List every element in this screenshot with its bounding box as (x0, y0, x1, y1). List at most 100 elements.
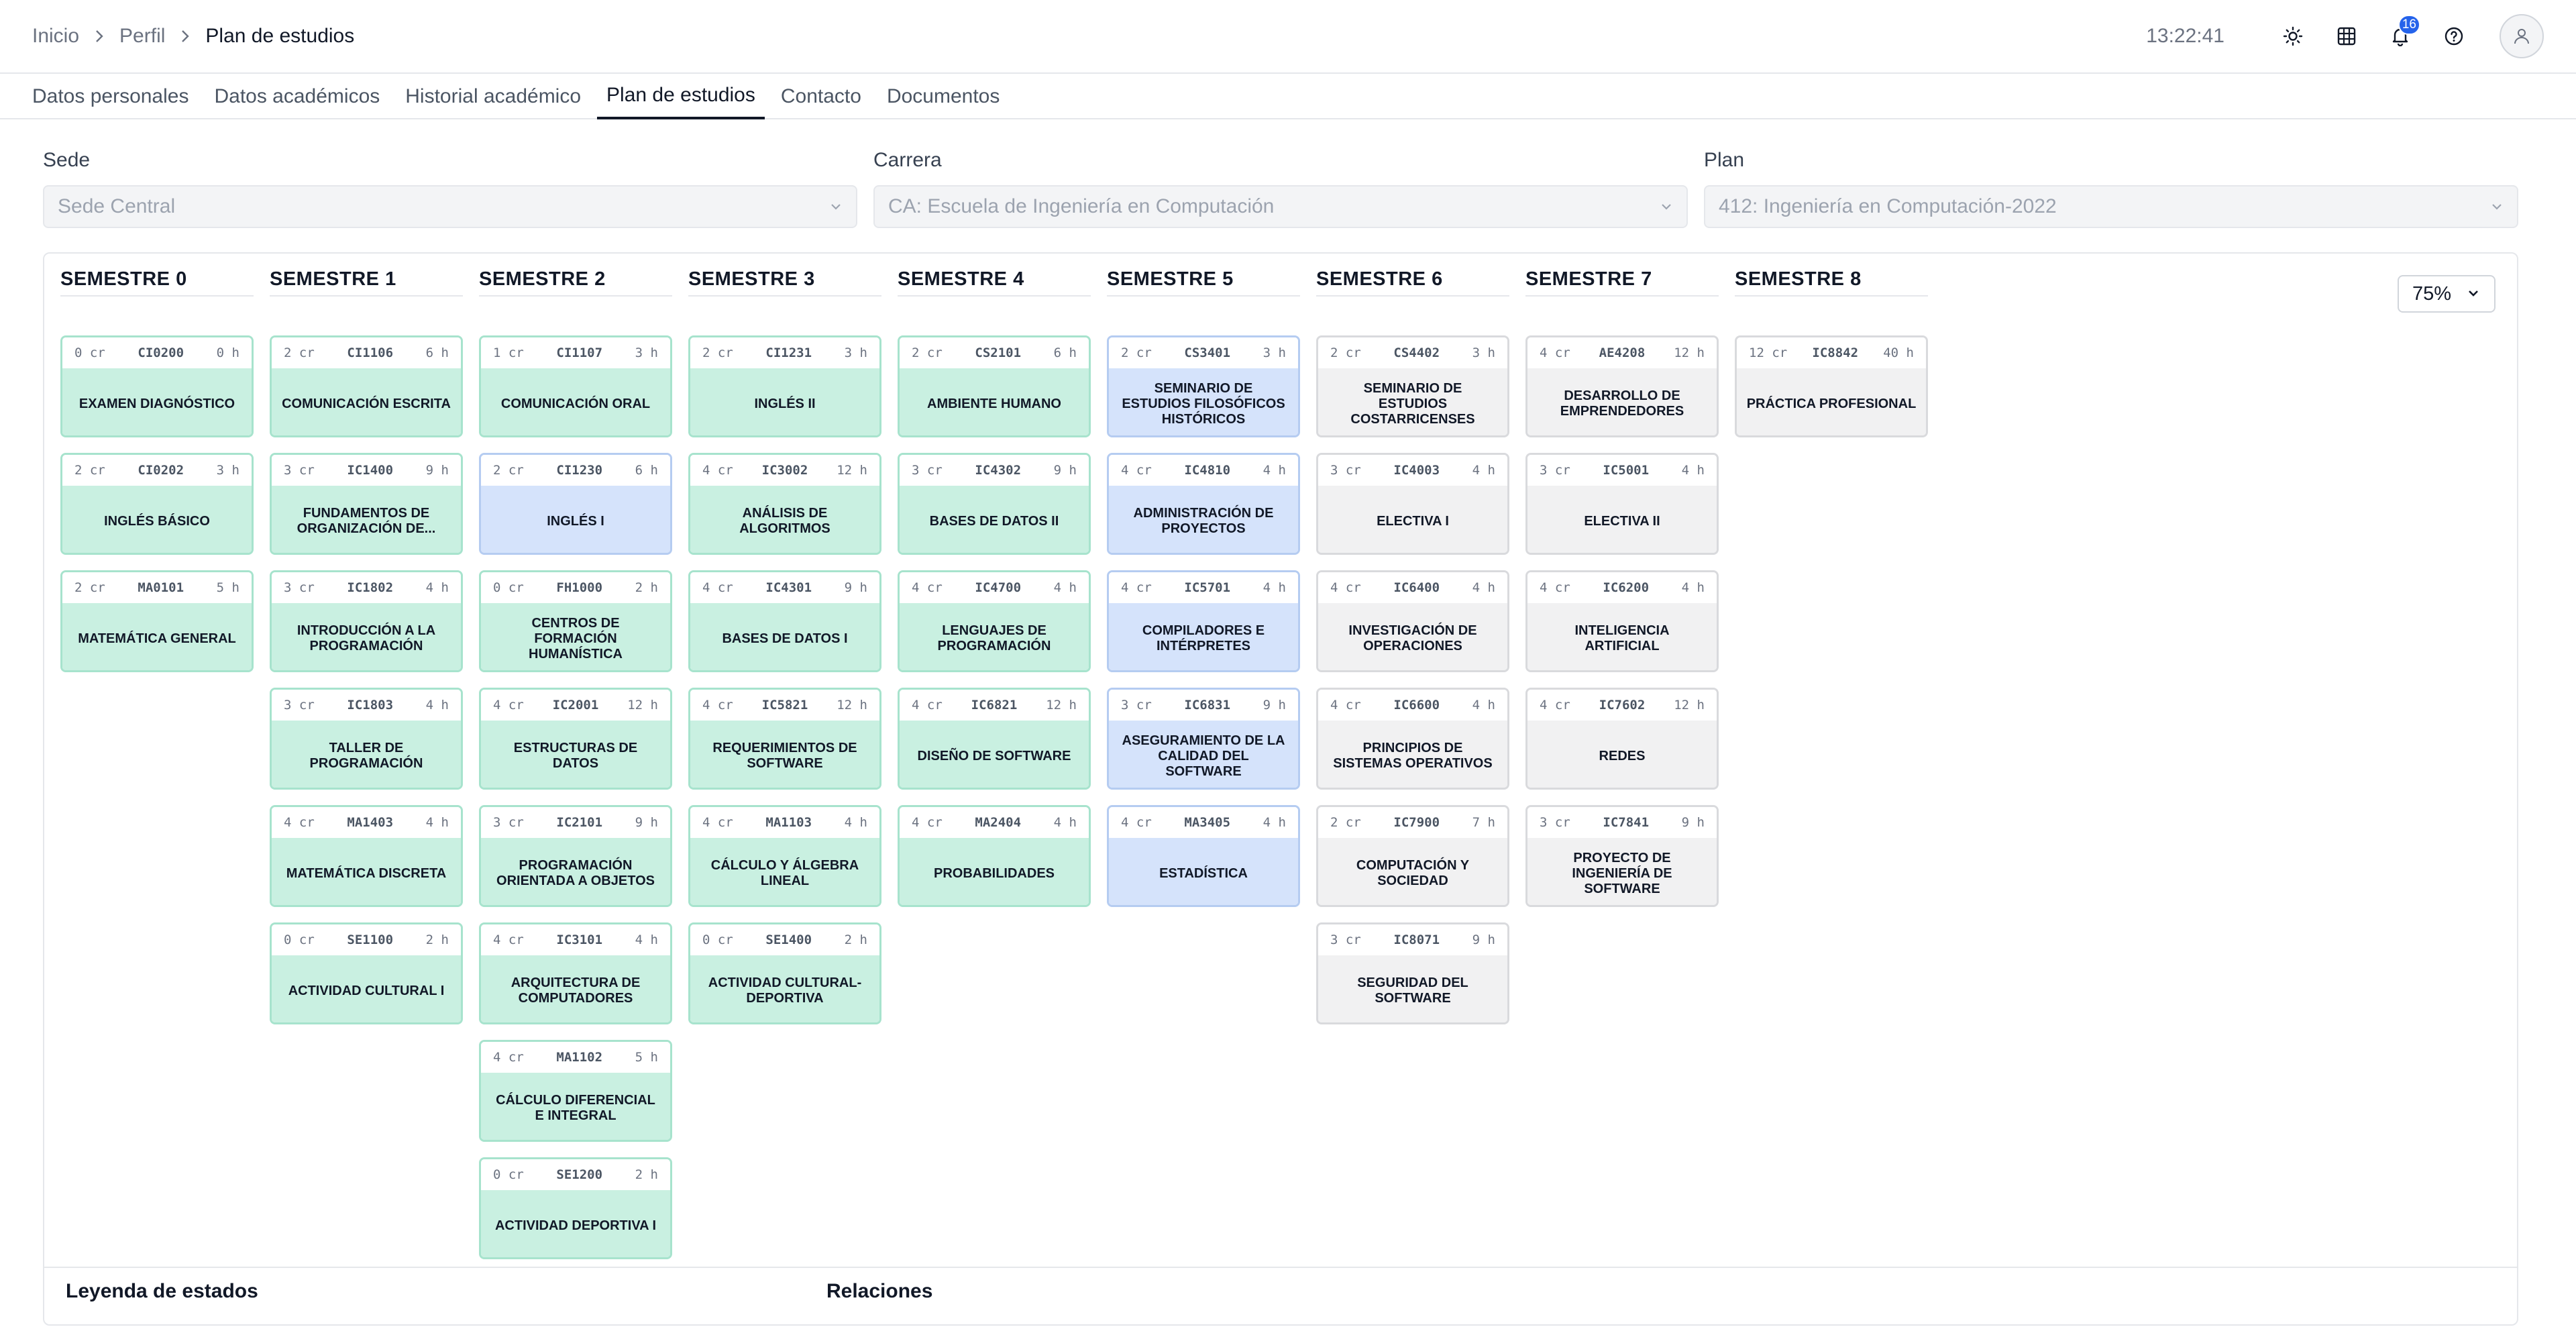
tab-documentos[interactable]: Documentos (877, 74, 1009, 119)
help-button[interactable] (2435, 17, 2473, 55)
tab-historial-academico[interactable]: Historial académico (396, 74, 590, 119)
course-card[interactable]: 3 cr IC4302 9 h Bases de datos II (898, 453, 1091, 555)
course-hours: 2 h (425, 933, 449, 947)
theme-toggle-button[interactable] (2274, 17, 2312, 55)
course-card[interactable]: 2 cr CS3401 3 h Seminario de estudios filos… (1107, 335, 1300, 437)
course-card[interactable]: 2 cr CS4402 3 h Seminario de estudios costa… (1316, 335, 1509, 437)
course-card[interactable]: 4 cr IC4301 9 h Bases de datos I (688, 570, 881, 672)
course-name: Requerimientos de software (690, 721, 879, 788)
course-card[interactable]: 4 cr IC3101 4 h Arquitectura de computadore… (479, 922, 672, 1024)
course-hours: 3 h (216, 463, 239, 478)
course-card[interactable]: 3 cr IC7841 9 h Proyecto de ingeniería de s… (1525, 805, 1719, 907)
course-card[interactable]: 4 cr IC6600 4 h Principios de sistemas oper… (1316, 688, 1509, 790)
course-card[interactable]: 3 cr IC1400 9 h Fundamentos de organización… (270, 453, 463, 555)
course-card[interactable]: 4 cr IC5701 4 h Compiladores e intérpretes (1107, 570, 1300, 672)
course-code: IC7602 (1599, 698, 1646, 712)
course-card[interactable]: 4 cr MA1103 4 h Cálculo y álgebra lineal (688, 805, 881, 907)
course-name: Actividad cultural-deportiva (690, 955, 879, 1022)
notifications-button[interactable]: 16 (2381, 15, 2420, 55)
course-card[interactable]: 4 cr AE4208 12 h Desarrollo de emprendedore… (1525, 335, 1719, 437)
course-card-header: 0 cr FH1000 2 h (481, 572, 670, 603)
course-card[interactable]: 2 cr CI1230 6 h Inglés I (479, 453, 672, 555)
tab-datos-personales[interactable]: Datos personales (23, 74, 198, 119)
semester-column: SEMESTRE 5 2 cr CS3401 3 h Seminario de estu… (1107, 268, 1300, 907)
course-credits: 4 cr (1540, 698, 1570, 712)
course-credits: 4 cr (702, 698, 733, 712)
course-card[interactable]: 0 cr CI0200 0 h Examen diagnóstico (60, 335, 254, 437)
plan-value: 412: Ingeniería en Computación-2022 (1719, 195, 2057, 217)
course-name: Arquitectura de computadores (481, 955, 670, 1022)
course-card[interactable]: 3 cr IC1803 4 h Taller de programación (270, 688, 463, 790)
course-credits: 4 cr (1121, 815, 1152, 830)
course-card[interactable]: 4 cr IC3002 12 h Análisis de algoritmos (688, 453, 881, 555)
breadcrumb-inicio[interactable]: Inicio (32, 25, 79, 48)
course-code: IC3002 (761, 463, 808, 478)
course-card[interactable]: 4 cr IC6400 4 h Investigación de operacione… (1316, 570, 1509, 672)
tab-contacto[interactable]: Contacto (771, 74, 871, 119)
tab-plan-de-estudios[interactable]: Plan de estudios (597, 74, 765, 119)
course-name: Aseguramiento de la calidad del software (1109, 721, 1298, 788)
course-card[interactable]: 0 cr SE1100 2 h Actividad cultural I (270, 922, 463, 1024)
plan-select[interactable]: 412: Ingeniería en Computación-2022 (1704, 185, 2518, 228)
course-name: Inglés II (690, 368, 879, 435)
course-card-header: 3 cr IC6831 9 h (1109, 690, 1298, 721)
course-name: Principios de sistemas operativos (1318, 721, 1507, 788)
course-card[interactable]: 4 cr IC2001 12 h Estructuras de datos (479, 688, 672, 790)
course-card[interactable]: 0 cr SE1200 2 h Actividad deportiva I (479, 1157, 672, 1259)
course-card[interactable]: 2 cr CI0202 3 h Inglés básico (60, 453, 254, 555)
course-card[interactable]: 0 cr FH1000 2 h Centros de formación humaní… (479, 570, 672, 672)
course-card[interactable]: 0 cr SE1400 2 h Actividad cultural-deportiv… (688, 922, 881, 1024)
course-hours: 12 h (627, 698, 658, 712)
course-hours: 4 h (635, 933, 658, 947)
course-name: Seminario de estudios costarricenses (1318, 368, 1507, 435)
course-card[interactable]: 3 cr IC5001 4 h Electiva II (1525, 453, 1719, 555)
course-card[interactable]: 2 cr CS2101 6 h Ambiente humano (898, 335, 1091, 437)
user-icon (2514, 29, 2529, 44)
tab-datos-academicos[interactable]: Datos académicos (205, 74, 389, 119)
sede-select[interactable]: Sede Central (43, 185, 857, 228)
filters: Sede Sede Central Carrera CA: Escuela de… (43, 149, 2518, 228)
zoom-select[interactable]: 75% (2398, 275, 2496, 313)
course-card[interactable]: 2 cr CI1106 6 h Comunicación escrita (270, 335, 463, 437)
course-card[interactable]: 4 cr IC4700 4 h Lenguajes de programación (898, 570, 1091, 672)
course-card[interactable]: 4 cr MA2404 4 h Probabilidades (898, 805, 1091, 907)
course-card[interactable]: 4 cr MA1403 4 h Matemática discreta (270, 805, 463, 907)
course-code: MA3405 (1184, 815, 1231, 830)
course-card[interactable]: 3 cr IC6831 9 h Aseguramiento de la calidad… (1107, 688, 1300, 790)
carrera-select[interactable]: CA: Escuela de Ingeniería en Computación (873, 185, 1688, 228)
course-card-header: 4 cr IC3002 12 h (690, 455, 879, 486)
course-hours: 12 h (837, 463, 867, 478)
course-credits: 3 cr (284, 698, 315, 712)
course-card[interactable]: 4 cr IC5821 12 h Requerimientos de software (688, 688, 881, 790)
breadcrumb-perfil[interactable]: Perfil (119, 25, 165, 48)
course-name: Electiva II (1527, 486, 1717, 553)
course-hours: 4 h (1472, 463, 1495, 478)
clock: 13:22:41 (2146, 25, 2224, 47)
user-avatar-button[interactable] (2500, 14, 2544, 58)
course-card[interactable]: 3 cr IC2101 9 h Programación orientada a ob… (479, 805, 672, 907)
course-card[interactable]: 4 cr IC6200 4 h Inteligencia artificial (1525, 570, 1719, 672)
course-card[interactable]: 3 cr IC1802 4 h Introducción a la programac… (270, 570, 463, 672)
course-card[interactable]: 3 cr IC8071 9 h Seguridad del software (1316, 922, 1509, 1024)
course-card-header: 4 cr MA3405 4 h (1109, 807, 1298, 838)
course-card[interactable]: 2 cr IC7900 7 h Computación y sociedad (1316, 805, 1509, 907)
course-name: Administración de proyectos (1109, 486, 1298, 553)
legend-bar: Leyenda de estados Relaciones (44, 1267, 2517, 1327)
course-card[interactable]: 12 cr IC8842 40 h Práctica profesional (1735, 335, 1928, 437)
course-hours: 2 h (844, 933, 867, 947)
course-card[interactable]: 3 cr IC4003 4 h Electiva I (1316, 453, 1509, 555)
course-name: Programación orientada a objetos (481, 838, 670, 905)
course-credits: 4 cr (1121, 580, 1152, 595)
course-card[interactable]: 4 cr IC4810 4 h Administración de proyectos (1107, 453, 1300, 555)
help-icon (2445, 27, 2463, 46)
course-code: IC7900 (1393, 815, 1440, 830)
course-card[interactable]: 2 cr CI1231 3 h Inglés II (688, 335, 881, 437)
course-card[interactable]: 4 cr IC6821 12 h Diseño de software (898, 688, 1091, 790)
semester-title: SEMESTRE 2 (479, 268, 672, 297)
course-card[interactable]: 4 cr MA1102 5 h Cálculo diferencial e integ… (479, 1040, 672, 1142)
course-card[interactable]: 4 cr MA3405 4 h Estadística (1107, 805, 1300, 907)
apps-button[interactable] (2328, 17, 2365, 55)
course-card[interactable]: 1 cr CI1107 3 h Comunicación oral (479, 335, 672, 437)
course-card[interactable]: 2 cr MA0101 5 h Matemática general (60, 570, 254, 672)
course-card[interactable]: 4 cr IC7602 12 h Redes (1525, 688, 1719, 790)
